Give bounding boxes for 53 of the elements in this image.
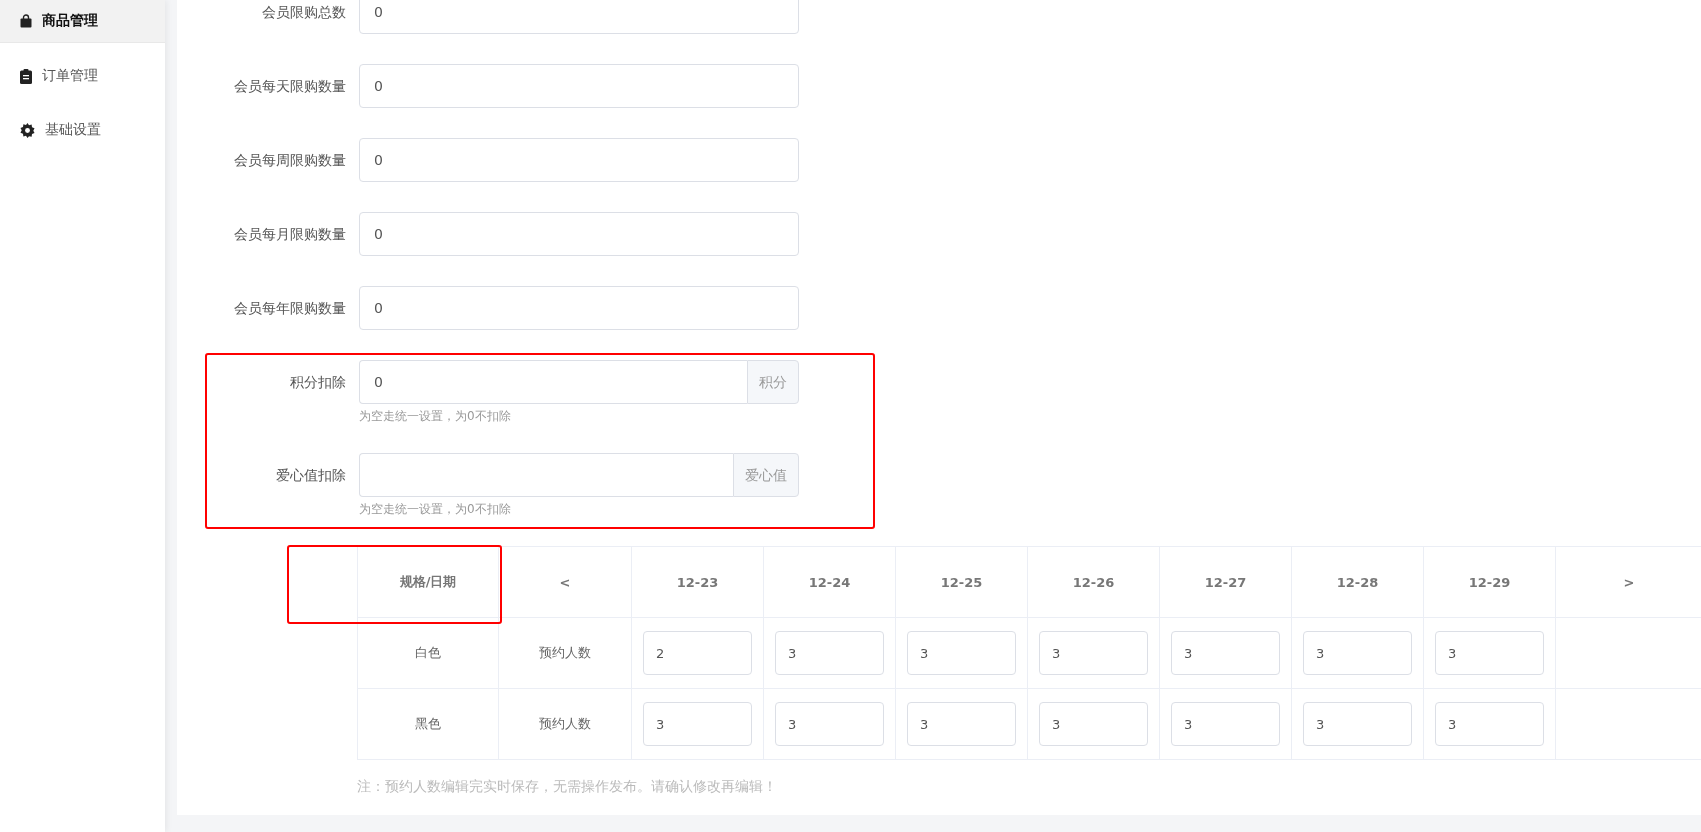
table-header-cell: 12-25 bbox=[896, 547, 1028, 618]
field-label: 会员每周限购数量 bbox=[233, 151, 347, 170]
input-field[interactable]: 0 bbox=[359, 0, 799, 34]
field-label: 会员每月限购数量 bbox=[233, 225, 347, 244]
count-input[interactable]: 3 bbox=[1435, 702, 1544, 746]
count-input[interactable]: 3 bbox=[1039, 631, 1148, 675]
count-input[interactable]: 3 bbox=[1039, 702, 1148, 746]
count-input[interactable]: 3 bbox=[1171, 631, 1280, 675]
sidebar-item[interactable]: 订单管理 bbox=[0, 55, 165, 97]
field-label: 爱心值扣除 bbox=[275, 466, 347, 485]
next-button[interactable]: > bbox=[1556, 547, 1701, 618]
settings-icon bbox=[20, 122, 35, 138]
unit-addon: 爱心值 bbox=[733, 453, 799, 497]
table-cell: 黑色 bbox=[358, 689, 499, 760]
count-input[interactable]: 3 bbox=[643, 702, 752, 746]
table-cell: 预约人数 bbox=[499, 689, 632, 760]
clipboard-icon bbox=[20, 68, 32, 84]
note-text: 注：预约人数编辑完实时保存，无需操作发布。请确认修改再编辑！ bbox=[357, 778, 778, 796]
bag-icon bbox=[20, 14, 32, 28]
field-label: 会员每年限购数量 bbox=[233, 299, 347, 318]
sidebar-item[interactable]: 基础设置 bbox=[0, 109, 165, 151]
count-input[interactable]: 3 bbox=[775, 702, 884, 746]
count-input[interactable]: 3 bbox=[1303, 702, 1412, 746]
table-header-cell: 12-29 bbox=[1424, 547, 1556, 618]
count-input[interactable]: 3 bbox=[1435, 631, 1544, 675]
table-header-cell: 12-24 bbox=[764, 547, 896, 618]
count-input[interactable]: 2 bbox=[643, 631, 752, 675]
field-hint: 为空走统一设置，为0不扣除 bbox=[359, 501, 512, 518]
input-field[interactable]: 0 bbox=[359, 138, 799, 182]
unit-addon: 积分 bbox=[747, 360, 799, 404]
field-hint: 为空走统一设置，为0不扣除 bbox=[359, 408, 512, 425]
input-field[interactable]: 0 bbox=[359, 64, 799, 108]
input-field[interactable] bbox=[359, 453, 733, 497]
table-cell: 白色 bbox=[358, 618, 499, 689]
table-header-cell: 12-28 bbox=[1292, 547, 1424, 618]
previous-button[interactable]: < bbox=[499, 547, 632, 618]
count-input[interactable]: 3 bbox=[1303, 631, 1412, 675]
field-label: 会员每天限购数量 bbox=[233, 77, 347, 96]
input-field[interactable]: 0 bbox=[359, 286, 799, 330]
sidebar-item[interactable]: 商品管理 bbox=[0, 0, 165, 43]
table-header-cell: 12-27 bbox=[1160, 547, 1292, 618]
table-cell: 预约人数 bbox=[499, 618, 632, 689]
count-input[interactable]: 3 bbox=[1171, 702, 1280, 746]
field-label: 积分扣除 bbox=[289, 373, 347, 392]
count-input[interactable]: 3 bbox=[907, 702, 1016, 746]
table-header-cell: 12-26 bbox=[1028, 547, 1160, 618]
table-header-cell: 12-23 bbox=[632, 547, 764, 618]
field-label: 会员限购总数 bbox=[261, 3, 347, 22]
count-input[interactable]: 3 bbox=[775, 631, 884, 675]
count-input[interactable]: 3 bbox=[907, 631, 1016, 675]
table-header-cell: 规格/日期 bbox=[358, 547, 499, 618]
input-field[interactable]: 0 bbox=[359, 212, 799, 256]
input-field[interactable]: 0 bbox=[359, 360, 747, 404]
